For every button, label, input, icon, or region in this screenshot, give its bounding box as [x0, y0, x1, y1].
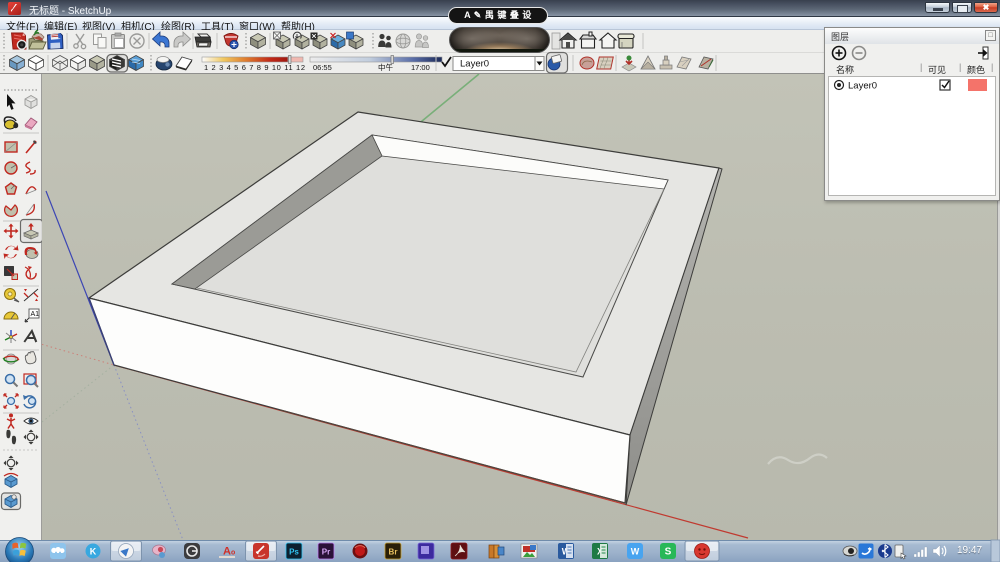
svg-text:06:55: 06:55	[313, 63, 332, 72]
svg-text:Layer0: Layer0	[460, 59, 489, 70]
svg-text:S: S	[665, 547, 672, 558]
svg-text:o: o	[231, 550, 235, 557]
svg-text:A1: A1	[31, 311, 40, 318]
svg-text:A: A	[223, 546, 231, 558]
svg-text:W: W	[631, 547, 640, 557]
svg-text:1 2 3 4 5 6 7 8 9 10 11 12: 1 2 3 4 5 6 7 8 9 10 11 12	[204, 63, 305, 72]
svg-text:K: K	[90, 547, 97, 557]
svg-text:17:00: 17:00	[411, 63, 430, 72]
svg-text:Layer0: Layer0	[848, 81, 877, 92]
svg-text:Br: Br	[389, 548, 398, 557]
svg-text:Pr: Pr	[322, 548, 330, 557]
svg-text:中午: 中午	[378, 62, 393, 72]
svg-text:Ps: Ps	[289, 548, 299, 557]
